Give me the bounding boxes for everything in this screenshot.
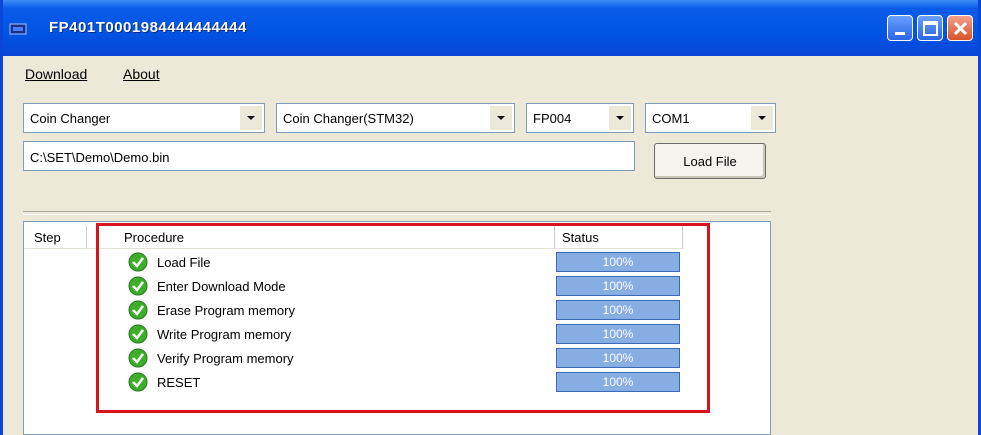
close-icon bbox=[953, 21, 968, 36]
procedure-name: Enter Download Mode bbox=[157, 279, 286, 294]
status-value: 100% bbox=[602, 279, 634, 293]
com-port-value: COM1 bbox=[652, 111, 690, 126]
menu-about[interactable]: About bbox=[123, 66, 160, 82]
firmware-version-value: FP004 bbox=[533, 111, 572, 126]
app-window: FP401T0001984444444444 Download About Co… bbox=[0, 0, 981, 435]
table-row[interactable]: Write Program memory 100% bbox=[24, 322, 770, 346]
status-value: 100% bbox=[602, 375, 634, 389]
procedure-name: Write Program memory bbox=[157, 327, 292, 342]
procedure-name: Verify Program memory bbox=[157, 351, 294, 366]
com-port-select[interactable]: COM1 bbox=[645, 103, 776, 133]
column-separator[interactable] bbox=[682, 226, 683, 248]
check-icon bbox=[128, 276, 148, 296]
table-row[interactable]: RESET 100% bbox=[24, 370, 770, 394]
procedure-name: Load File bbox=[157, 255, 211, 270]
check-icon bbox=[128, 348, 148, 368]
table-row[interactable]: Erase Program memory 100% bbox=[24, 298, 770, 322]
menu-about-label: About bbox=[123, 66, 160, 82]
firmware-version-dropdown-button[interactable] bbox=[609, 106, 631, 130]
chevron-down-icon bbox=[247, 116, 255, 120]
procedure-name: RESET bbox=[157, 375, 201, 390]
chevron-down-icon bbox=[497, 116, 505, 120]
procedure-list[interactable]: Step Procedure Status Load File 100% Ent… bbox=[23, 221, 771, 435]
firmware-version-select[interactable]: FP004 bbox=[526, 103, 634, 133]
status-progress-bar: 100% bbox=[556, 300, 680, 320]
status-progress-bar: 100% bbox=[556, 276, 680, 296]
maximize-button[interactable] bbox=[917, 15, 943, 41]
column-header-procedure[interactable]: Procedure bbox=[124, 230, 184, 245]
menu-bar: Download About bbox=[3, 56, 978, 90]
check-icon bbox=[128, 252, 148, 272]
chevron-down-icon bbox=[758, 116, 766, 120]
title-bar[interactable]: FP401T0001984444444444 bbox=[3, 0, 978, 56]
minimize-button[interactable] bbox=[887, 15, 913, 41]
device-model-dropdown-button[interactable] bbox=[490, 106, 512, 130]
close-button[interactable] bbox=[947, 15, 973, 41]
file-path-input[interactable] bbox=[28, 147, 632, 167]
table-row[interactable]: Enter Download Mode 100% bbox=[24, 274, 770, 298]
app-icon bbox=[9, 23, 27, 35]
column-separator[interactable] bbox=[554, 226, 555, 248]
window-title: FP401T0001984444444444 bbox=[49, 19, 247, 36]
status-value: 100% bbox=[602, 327, 634, 341]
minimize-icon bbox=[895, 32, 905, 35]
file-path-field[interactable] bbox=[23, 141, 635, 171]
com-port-dropdown-button[interactable] bbox=[751, 106, 773, 130]
divider bbox=[23, 211, 771, 215]
column-separator[interactable] bbox=[86, 226, 87, 248]
status-progress-bar: 100% bbox=[556, 324, 680, 344]
menu-download-label: Download bbox=[25, 66, 88, 82]
device-category-value: Coin Changer bbox=[30, 111, 111, 126]
check-icon bbox=[128, 372, 148, 392]
load-file-button-label: Load File bbox=[683, 154, 737, 169]
load-file-button[interactable]: Load File bbox=[654, 143, 766, 179]
check-icon bbox=[128, 324, 148, 344]
status-value: 100% bbox=[602, 303, 634, 317]
status-progress-bar: 100% bbox=[556, 348, 680, 368]
procedure-name: Erase Program memory bbox=[157, 303, 295, 318]
status-progress-bar: 100% bbox=[556, 252, 680, 272]
chevron-down-icon bbox=[616, 116, 624, 120]
menu-download[interactable]: Download bbox=[25, 66, 87, 82]
column-header-step[interactable]: Step bbox=[34, 230, 61, 245]
status-progress-bar: 100% bbox=[556, 372, 680, 392]
header-underline bbox=[24, 248, 684, 249]
status-value: 100% bbox=[602, 255, 634, 269]
column-header-status[interactable]: Status bbox=[562, 230, 599, 245]
device-category-select[interactable]: Coin Changer bbox=[23, 103, 265, 133]
device-model-select[interactable]: Coin Changer(STM32) bbox=[276, 103, 515, 133]
table-row[interactable]: Verify Program memory 100% bbox=[24, 346, 770, 370]
table-row[interactable]: Load File 100% bbox=[24, 250, 770, 274]
maximize-icon bbox=[923, 21, 938, 36]
status-value: 100% bbox=[602, 351, 634, 365]
device-category-dropdown-button[interactable] bbox=[240, 106, 262, 130]
device-model-value: Coin Changer(STM32) bbox=[283, 111, 414, 126]
check-icon bbox=[128, 300, 148, 320]
